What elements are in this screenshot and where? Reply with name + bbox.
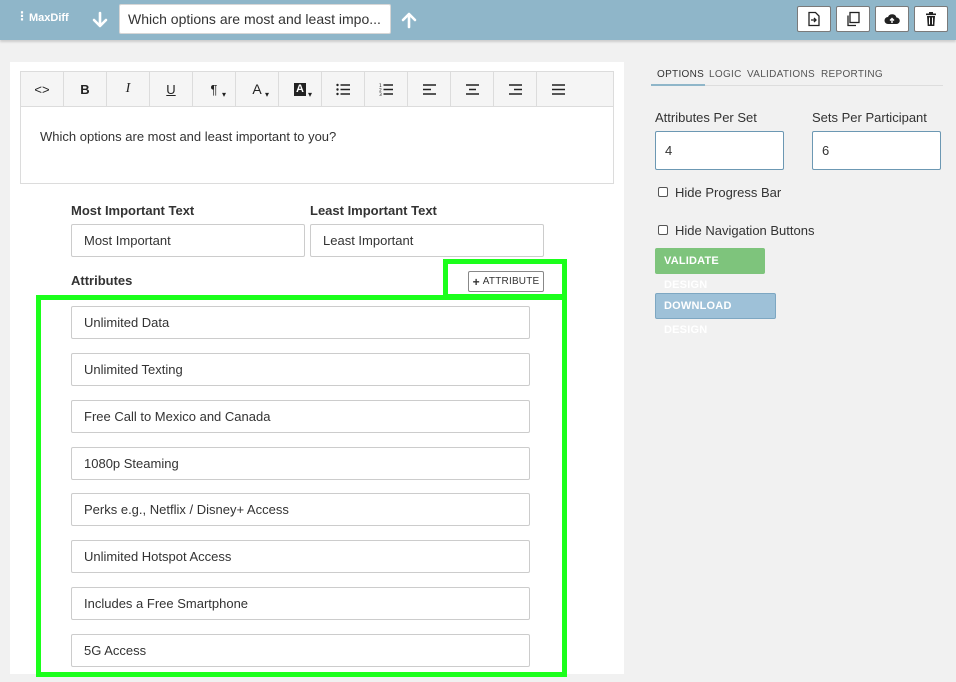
attributes-per-set-label: Attributes Per Set xyxy=(655,110,757,125)
bullet-list-icon xyxy=(335,83,350,95)
font-color-button[interactable]: A ▾ xyxy=(236,72,279,106)
question-type-label: MaxDiff xyxy=(29,12,69,24)
least-important-label: Least Important Text xyxy=(310,203,437,218)
add-attribute-label: ATTRIBUTE xyxy=(482,276,540,287)
question-editor-panel: <> B I U ¶ ▾ A ▾ A ▾ 123 Which options are … xyxy=(10,62,624,677)
italic-button[interactable]: I xyxy=(107,72,150,106)
attributes-label: Attributes xyxy=(71,273,133,288)
cloud-upload-icon xyxy=(884,14,900,24)
justify-button[interactable] xyxy=(537,72,580,106)
attribute-item[interactable]: Unlimited Texting xyxy=(71,353,530,386)
hide-progress-bar-label: Hide Progress Bar xyxy=(675,185,782,200)
top-bar: ⋮ MaxDiff Which options are most and lea… xyxy=(0,0,956,40)
hide-navigation-buttons-checkbox[interactable] xyxy=(658,225,668,235)
trash-icon xyxy=(926,12,936,26)
align-center-button[interactable] xyxy=(451,72,494,106)
attribute-item[interactable]: Free Call to Mexico and Canada xyxy=(71,400,530,433)
align-left-button[interactable] xyxy=(408,72,451,106)
download-design-button[interactable]: DOWNLOAD DESIGN xyxy=(655,293,776,336)
highlight-color-button[interactable]: A ▾ xyxy=(279,72,322,106)
attribute-item[interactable]: Includes a Free Smartphone xyxy=(71,587,530,620)
delete-button[interactable] xyxy=(914,6,948,32)
underline-icon: U xyxy=(166,81,176,97)
dropdown-caret-icon: ▾ xyxy=(307,90,312,99)
export-icon xyxy=(808,11,820,27)
move-down-icon[interactable] xyxy=(91,11,109,29)
tab-options[interactable]: OPTIONS xyxy=(657,69,704,80)
duplicate-button[interactable] xyxy=(836,6,870,32)
settings-tabs: OPTIONS LOGIC VALIDATIONS REPORTING xyxy=(651,64,943,86)
align-right-button[interactable] xyxy=(494,72,537,106)
upload-button[interactable] xyxy=(875,6,909,32)
least-important-input[interactable]: Least Important xyxy=(310,224,544,257)
svg-text:3: 3 xyxy=(379,92,382,96)
bullet-list-button[interactable] xyxy=(322,72,365,106)
italic-icon: I xyxy=(125,81,131,96)
plus-icon: + xyxy=(472,274,480,289)
code-icon: <> xyxy=(34,81,50,97)
hide-progress-bar-checkbox[interactable] xyxy=(658,187,668,197)
sets-per-participant-label: Sets Per Participant xyxy=(812,110,927,125)
bold-button[interactable]: B xyxy=(64,72,107,106)
most-important-label: Most Important Text xyxy=(71,203,195,218)
code-view-button[interactable]: <> xyxy=(21,72,64,106)
most-important-input[interactable]: Most Important xyxy=(71,224,305,257)
attribute-item[interactable]: Unlimited Data xyxy=(71,306,530,339)
align-left-icon xyxy=(422,83,436,95)
move-up-icon[interactable] xyxy=(400,11,418,29)
question-text-editor[interactable]: Which options are most and least importa… xyxy=(20,106,614,184)
add-attribute-button[interactable]: + ATTRIBUTE xyxy=(468,271,544,292)
export-button[interactable] xyxy=(797,6,831,32)
align-center-icon xyxy=(465,83,479,95)
align-right-icon xyxy=(508,83,522,95)
question-title-input[interactable]: Which options are most and least impo... xyxy=(119,4,391,34)
bold-icon: B xyxy=(80,81,90,97)
tab-logic[interactable]: LOGIC xyxy=(709,69,742,80)
justify-icon xyxy=(552,83,565,95)
dropdown-caret-icon: ▾ xyxy=(221,90,226,99)
attribute-item[interactable]: Unlimited Hotspot Access xyxy=(71,540,530,573)
tab-reporting[interactable]: REPORTING xyxy=(821,69,883,80)
underline-button[interactable]: U xyxy=(150,72,193,106)
duplicate-icon xyxy=(847,11,860,27)
tab-validations[interactable]: VALIDATIONS xyxy=(747,69,815,80)
dropdown-caret-icon: ▾ xyxy=(264,90,269,99)
attributes-per-set-input[interactable]: 4 xyxy=(655,131,784,170)
font-color-icon: A xyxy=(252,81,262,97)
numbered-list-button[interactable]: 123 xyxy=(365,72,408,106)
hide-navigation-buttons-label: Hide Navigation Buttons xyxy=(675,223,815,238)
highlight-color-icon: A xyxy=(294,82,306,96)
validate-design-button[interactable]: VALIDATE DESIGN xyxy=(655,248,765,291)
rich-text-toolbar: <> B I U ¶ ▾ A ▾ A ▾ 123 xyxy=(20,71,614,107)
paragraph-icon: ¶ xyxy=(210,81,218,97)
paragraph-button[interactable]: ¶ ▾ xyxy=(193,72,236,106)
info-icon[interactable]: ⋮ xyxy=(16,9,28,23)
numbered-list-icon: 123 xyxy=(379,83,393,96)
attribute-item[interactable]: 5G Access xyxy=(71,634,530,667)
sets-per-participant-input[interactable]: 6 xyxy=(812,131,941,170)
attribute-item[interactable]: Perks e.g., Netflix / Disney+ Access xyxy=(71,493,530,526)
attribute-item[interactable]: 1080p Steaming xyxy=(71,447,530,480)
active-tab-indicator xyxy=(651,84,705,86)
